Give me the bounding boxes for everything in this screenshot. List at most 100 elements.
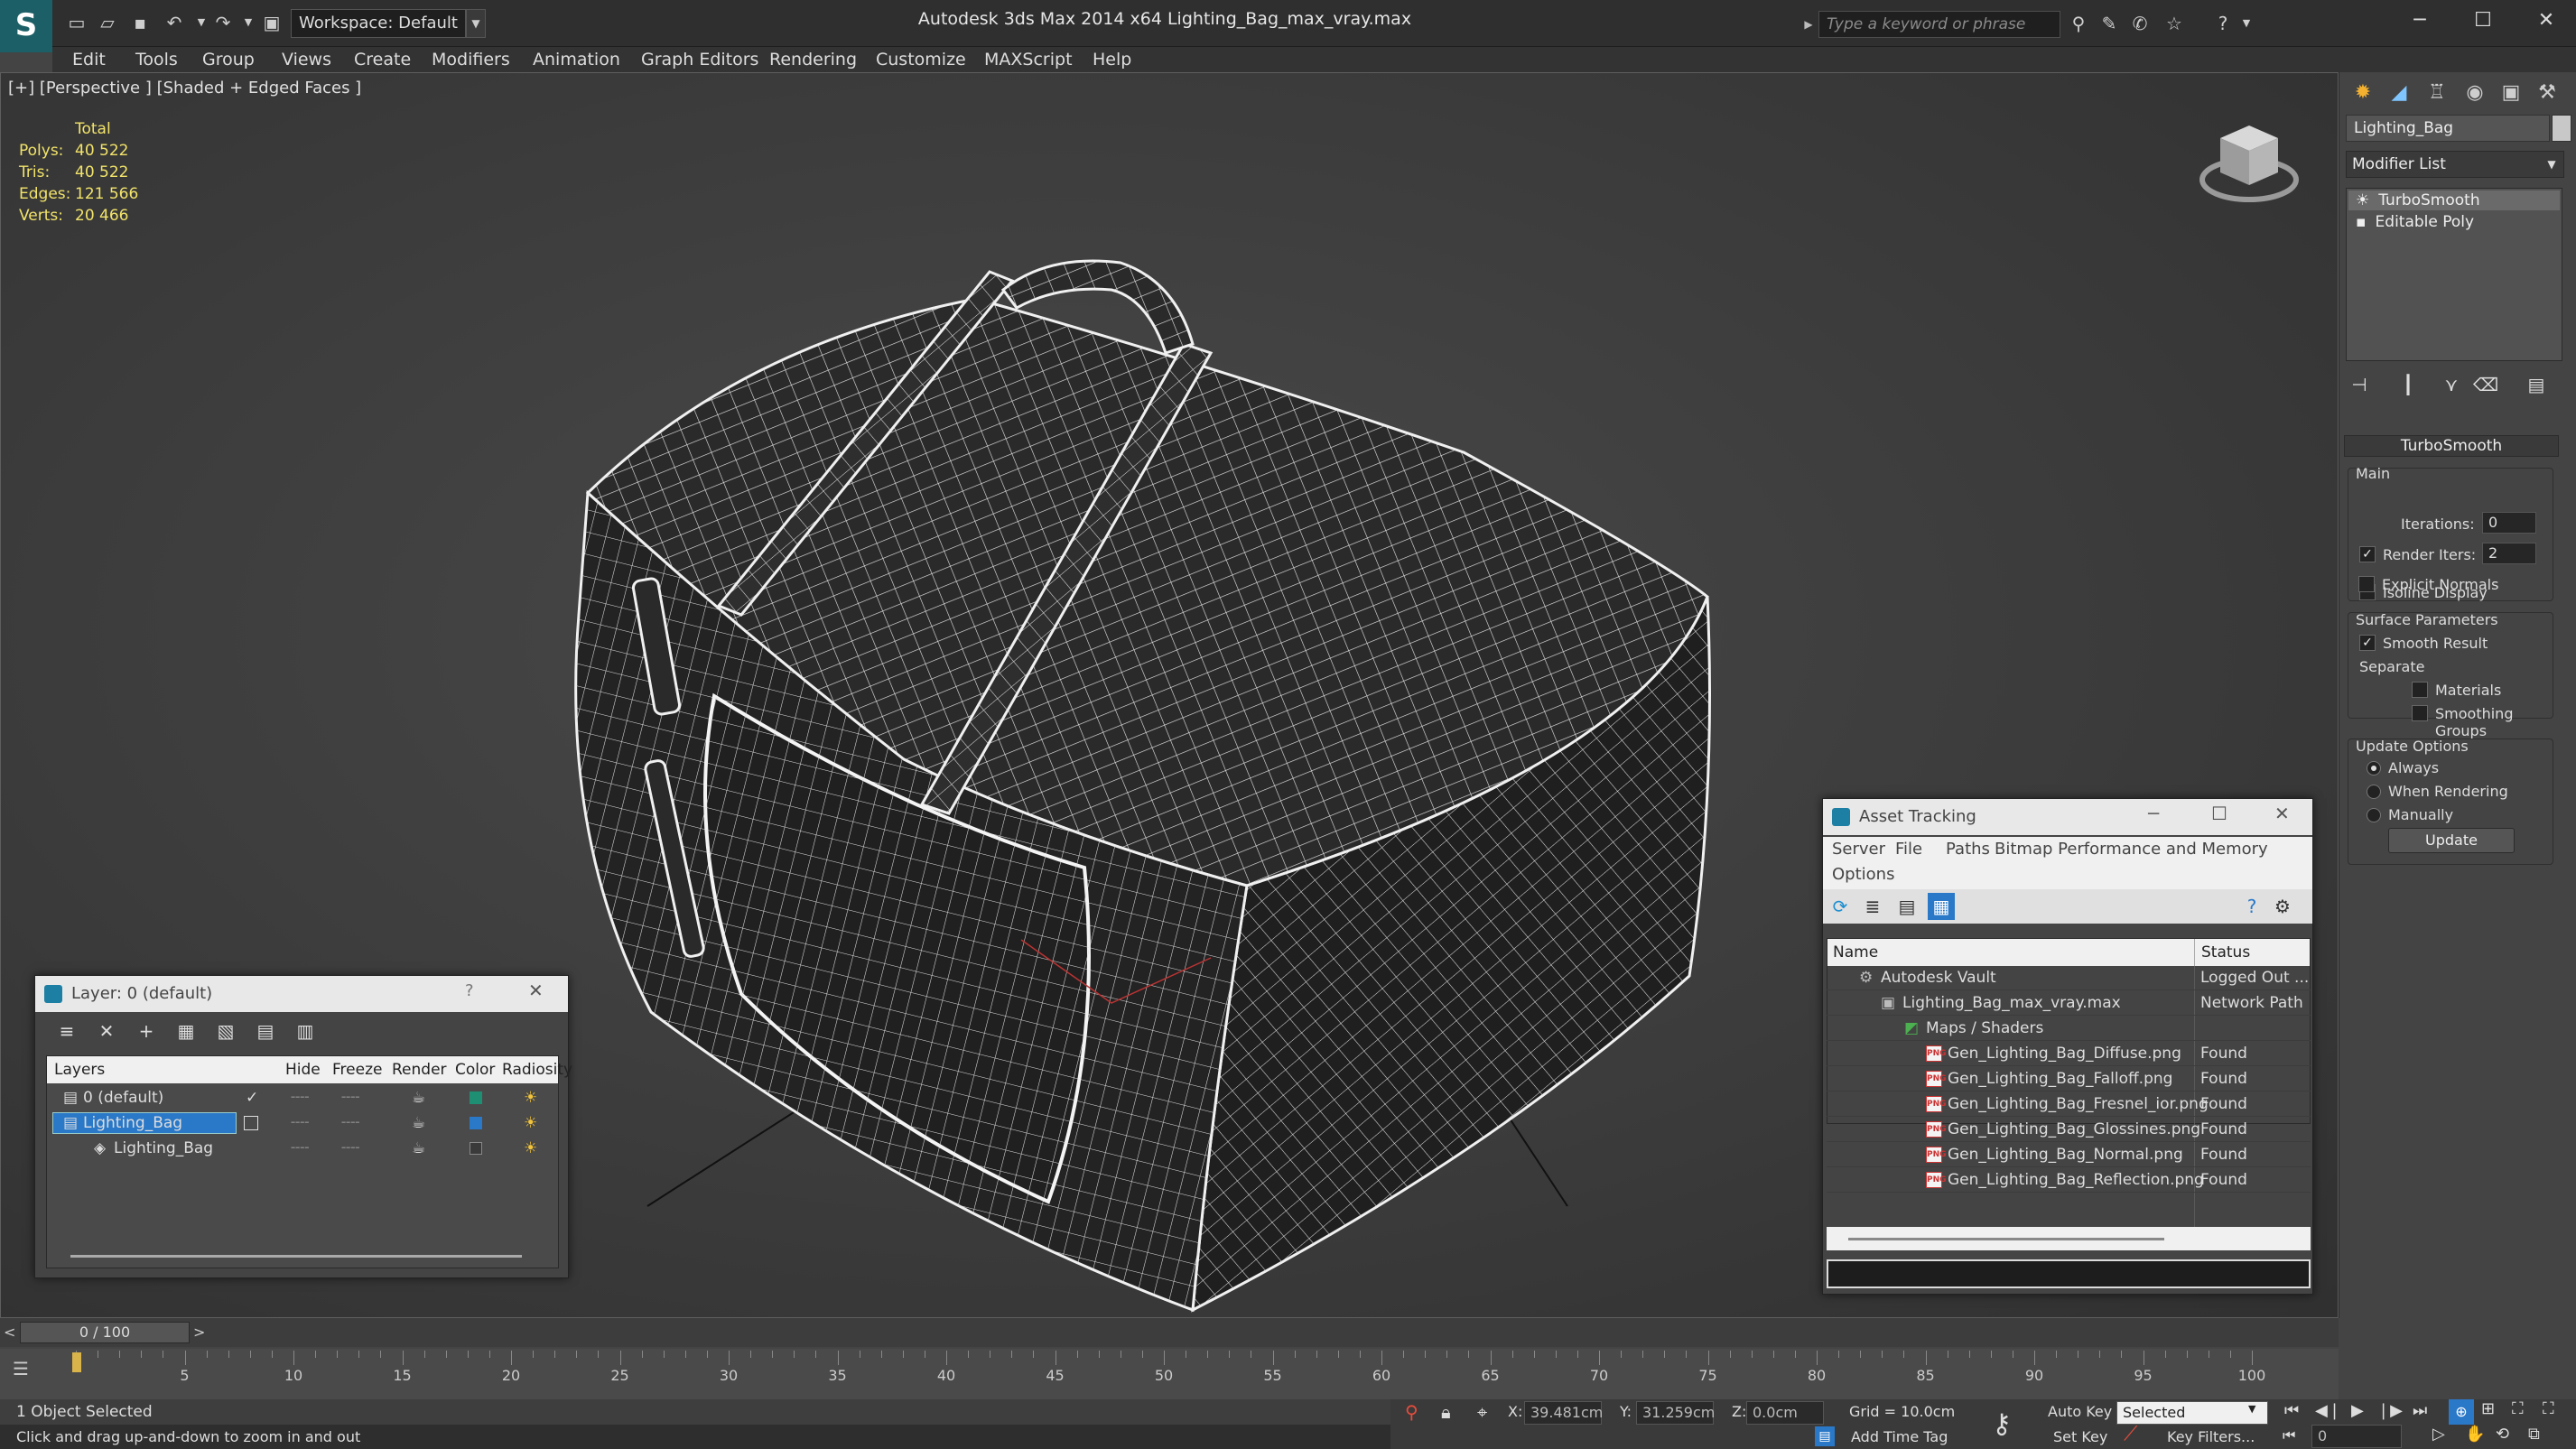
hide-toggle[interactable]: ╌╌ xyxy=(291,1136,309,1161)
col-status[interactable]: Status xyxy=(2201,939,2250,966)
binoculars-icon[interactable]: ⚲ xyxy=(2066,11,2091,36)
layer-window-title[interactable]: Layer: 0 (default) xyxy=(35,976,568,1012)
col-layers[interactable]: Layers xyxy=(54,1056,105,1083)
display-tab-icon[interactable]: ▣ xyxy=(2493,78,2529,108)
app-logo-button[interactable]: S xyxy=(0,0,52,52)
radiosity-icon[interactable]: ☀ xyxy=(524,1110,537,1136)
chevron-down-icon[interactable]: ▼ xyxy=(2248,1403,2255,1415)
next-frame-icon[interactable]: ❘▶ xyxy=(2376,1401,2403,1420)
layer-row[interactable]: ▤ 0 (default) ✓ ╌╌ ╌╌ ☕ ☀ xyxy=(47,1085,558,1110)
key-mode-toggle-icon[interactable]: ⏮ xyxy=(2283,1426,2295,1444)
highlight-layer-icon[interactable]: ▧ xyxy=(212,1017,239,1045)
previous-frame-icon[interactable]: < xyxy=(4,1322,18,1343)
hide-toggle[interactable]: ╌╌ xyxy=(291,1110,309,1136)
scrollbar-thumb[interactable] xyxy=(1848,1238,2164,1240)
manually-radio[interactable] xyxy=(2367,808,2381,822)
timeline-ruler[interactable]: 5 10 15 20 25 30 35 40 45 50 55 60 65 70 75 80 85 90 95 100 xyxy=(76,1349,2265,1399)
go-to-end-icon[interactable]: ⏭ xyxy=(2413,1401,2427,1420)
asset-row[interactable]: PNG Gen_Lighting_Bag_Reflection.png Foun… xyxy=(1827,1167,2311,1193)
remove-modifier-icon[interactable]: ⌫ xyxy=(2472,370,2499,399)
absolute-mode-icon[interactable]: ⌖ xyxy=(1477,1401,1487,1423)
lightbulb-icon[interactable]: ☀ xyxy=(2356,191,2369,209)
layer-row[interactable]: ◈ Lighting_Bag ╌╌ ╌╌ ☕ ☀ xyxy=(47,1136,558,1161)
make-unique-icon[interactable]: ⋎ xyxy=(2438,370,2465,399)
zoom-all-icon[interactable]: ⊞ xyxy=(2481,1399,2495,1418)
smoothing-groups-checkbox[interactable] xyxy=(2412,705,2428,721)
field-of-view-icon[interactable]: ▷ xyxy=(2432,1425,2445,1444)
help-icon[interactable]: ? xyxy=(465,981,474,1000)
menu-options[interactable]: Options xyxy=(1832,862,1894,887)
current-frame-field[interactable]: 0 xyxy=(2311,1425,2402,1448)
rollout-header[interactable]: TurboSmooth xyxy=(2344,435,2559,457)
layer-color-swatch[interactable] xyxy=(470,1142,482,1155)
hide-toggle[interactable]: ╌╌ xyxy=(291,1085,309,1110)
configure-modifier-sets-icon[interactable]: ▤ xyxy=(2523,370,2550,399)
hierarchy-tab-icon[interactable]: ♖ xyxy=(2419,78,2455,108)
add-time-tag[interactable]: Add Time Tag xyxy=(1851,1428,1948,1445)
isolate-selection-icon[interactable]: ⚲ xyxy=(1405,1401,1418,1423)
col-radiosity[interactable]: Radiosity xyxy=(502,1056,572,1083)
maximize-icon[interactable]: ☐ xyxy=(2458,4,2508,38)
update-button[interactable]: Update xyxy=(2388,828,2515,853)
active-layer-check-icon[interactable]: ✓ xyxy=(246,1085,258,1110)
set-key-icon[interactable]: ⟋ xyxy=(2124,1423,2137,1445)
asset-row[interactable]: PNG Gen_Lighting_Bag_Glossines.png Found xyxy=(1827,1117,2311,1142)
key-icon[interactable]: ⚷ xyxy=(1992,1408,2012,1440)
asset-tracking-title[interactable]: Asset Tracking xyxy=(1823,799,2312,835)
col-name[interactable]: Name xyxy=(1833,939,1878,966)
utilities-tab-icon[interactable]: ⚒ xyxy=(2529,78,2565,108)
active-layer-checkbox[interactable] xyxy=(244,1116,258,1130)
col-color[interactable]: Color xyxy=(455,1056,495,1083)
modifier-list-dropdown[interactable]: Modifier List xyxy=(2346,151,2564,178)
asset-row[interactable]: ◩ Maps / Shaders xyxy=(1827,1016,2311,1041)
list-view-icon[interactable]: ≣ xyxy=(1859,893,1886,920)
track-bar-menu-icon[interactable]: ☰ xyxy=(13,1358,38,1383)
menu-customize[interactable]: Customize xyxy=(876,47,966,72)
menu-animation[interactable]: Animation xyxy=(533,47,620,72)
refresh-icon[interactable]: ⟳ xyxy=(1827,893,1854,920)
menu-edit[interactable]: Edit xyxy=(72,47,106,72)
create-tab-icon[interactable]: ✹ xyxy=(2345,78,2381,108)
help-icon[interactable]: ? xyxy=(2210,11,2236,36)
z-coord-field[interactable]: 0.0cm xyxy=(1746,1401,1824,1425)
asset-row[interactable]: ⚙ Autodesk Vault Logged Out ... xyxy=(1827,965,2311,990)
menu-group[interactable]: Group xyxy=(202,47,255,72)
col-render[interactable]: Render xyxy=(392,1056,447,1083)
open-file-icon[interactable]: ▱ xyxy=(96,11,119,34)
zoom-extents-icon[interactable]: ⛶ xyxy=(2512,1399,2524,1418)
redo-dropdown-icon[interactable]: ▼ xyxy=(237,11,260,34)
key-mode-dropdown[interactable]: Selected xyxy=(2116,1401,2268,1425)
render-teapot-icon[interactable]: ☕ xyxy=(412,1136,425,1161)
radiosity-icon[interactable]: ☀ xyxy=(524,1085,537,1110)
motion-tab-icon[interactable]: ◉ xyxy=(2457,78,2493,108)
undo-icon[interactable]: ↶ xyxy=(163,11,186,34)
delete-layer-icon[interactable]: ✕ xyxy=(93,1017,120,1045)
close-icon[interactable]: ✕ xyxy=(2274,803,2290,824)
freeze-toggle[interactable]: ╌╌ xyxy=(341,1110,359,1136)
y-coord-field[interactable]: 31.259cm xyxy=(1636,1401,1715,1425)
object-name-field[interactable]: Lighting_Bag xyxy=(2346,115,2550,142)
search-input[interactable]: Type a keyword or phrase xyxy=(1818,11,2060,38)
asset-row[interactable]: ▣ Lighting_Bag_max_vray.max Network Path xyxy=(1827,990,2311,1016)
play-icon[interactable]: ▶ xyxy=(2351,1401,2364,1420)
render-teapot-icon[interactable]: ☕ xyxy=(412,1085,425,1110)
communication-icon[interactable]: ✆ xyxy=(2127,11,2153,36)
horizontal-scrollbar[interactable] xyxy=(70,1255,522,1258)
freeze-all-icon[interactable]: ▥ xyxy=(292,1017,319,1045)
hide-all-icon[interactable]: ▤ xyxy=(252,1017,279,1045)
menu-views[interactable]: Views xyxy=(282,47,331,72)
render-iters-checkbox[interactable]: ✓ xyxy=(2359,546,2376,562)
stack-item-turbosmooth[interactable]: ☀ TurboSmooth xyxy=(2348,190,2560,210)
col-hide[interactable]: Hide xyxy=(285,1056,321,1083)
close-icon[interactable]: ✕ xyxy=(528,980,544,1001)
menu-file[interactable]: File xyxy=(1895,837,1922,862)
menu-modifiers[interactable]: Modifiers xyxy=(432,47,510,72)
next-frame-icon[interactable]: > xyxy=(193,1322,208,1343)
maximize-icon[interactable]: ☐ xyxy=(2211,803,2227,824)
stack-item-editable-poly[interactable]: ▪ Editable Poly xyxy=(2348,212,2560,232)
asset-row[interactable]: PNG Gen_Lighting_Bag_Falloff.png Found xyxy=(1827,1066,2311,1091)
auto-key-button[interactable]: Auto Key xyxy=(2048,1403,2112,1420)
maximize-viewport-icon[interactable]: ⧉ xyxy=(2528,1425,2540,1444)
menu-server[interactable]: Server xyxy=(1832,837,1885,862)
pan-view-icon[interactable]: ✋ xyxy=(2465,1425,2485,1444)
